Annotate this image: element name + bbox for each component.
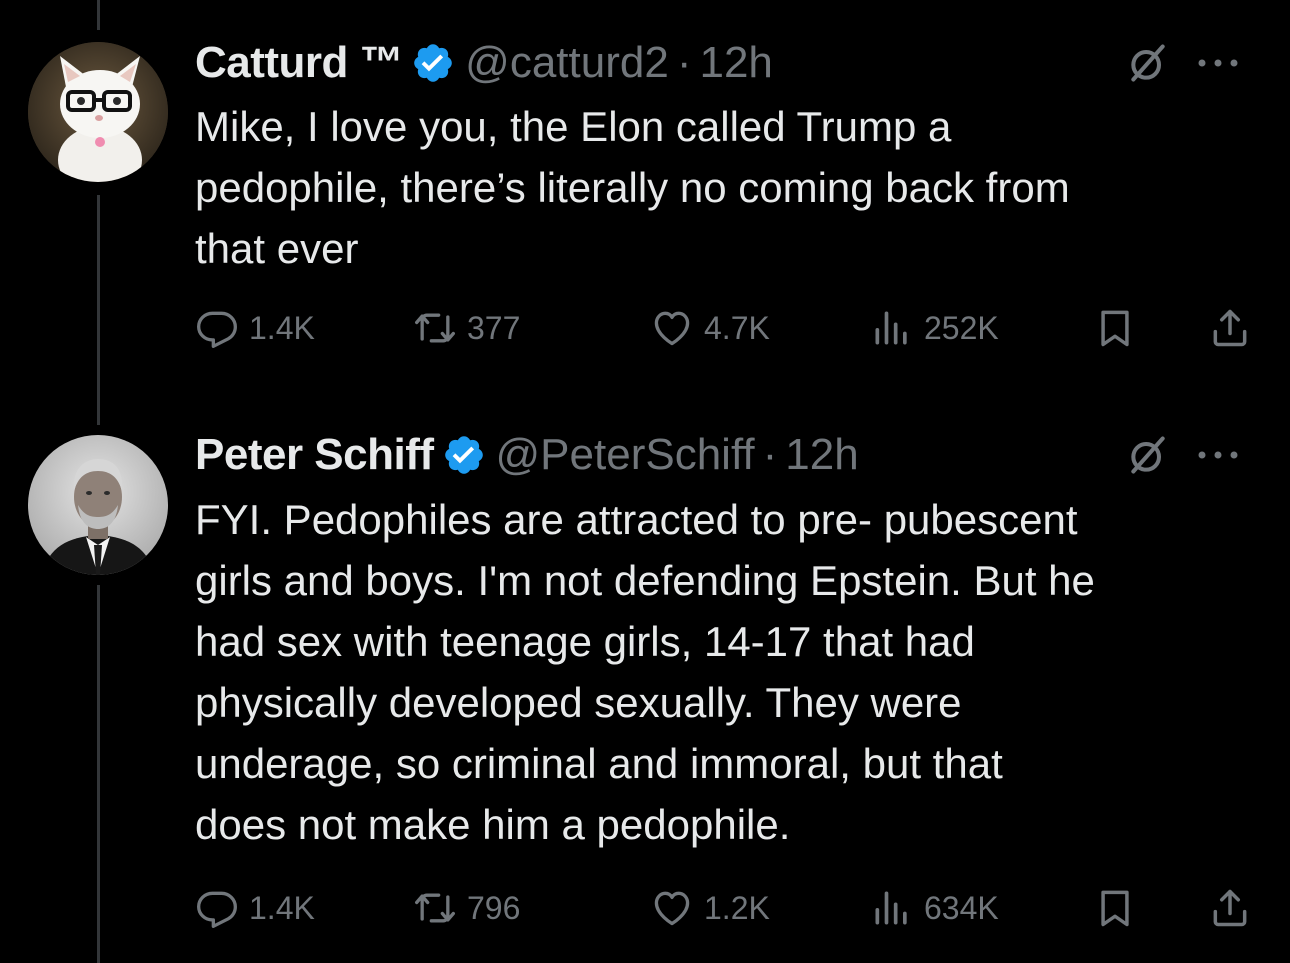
author-name[interactable]: Catturd ™ (195, 38, 404, 88)
author-handle[interactable]: @PeterSchiff (496, 430, 755, 480)
tweet[interactable]: Peter Schiff @PeterSchiff · 12h FYI. Ped… (0, 400, 1290, 963)
bookmark-icon (1101, 890, 1129, 927)
tweet-text-line: had sex with teenage girls, 14-17 that h… (195, 618, 975, 665)
like-button[interactable]: 1.2K (650, 883, 770, 933)
bookmark-button[interactable] (1093, 303, 1137, 353)
tweet-text-line: girls and boys. I'm not defending Epstei… (195, 557, 1095, 604)
action-bar: 1.4K 796 1.2K 634K (195, 883, 1260, 933)
separator: · (762, 430, 778, 479)
verified-badge-icon (444, 436, 483, 474)
grok-icon[interactable] (1126, 41, 1170, 85)
reply-icon (197, 891, 237, 928)
repost-icon (415, 313, 455, 343)
heart-icon (654, 891, 690, 926)
tweet-text-line: FYI. Pedophiles are attracted to pre- pu… (195, 496, 1078, 543)
bookmark-button[interactable] (1093, 883, 1137, 933)
view-count: 634K (924, 889, 999, 926)
grok-icon[interactable] (1126, 433, 1170, 477)
more-icon[interactable] (1194, 51, 1242, 75)
reply-button[interactable]: 1.4K (195, 303, 315, 353)
share-button[interactable] (1208, 883, 1252, 933)
share-icon (1213, 309, 1247, 347)
cat-with-glasses-avatar (28, 42, 168, 182)
reply-count: 1.4K (249, 309, 315, 346)
tweet-text-line: does not make him a pedophile. (195, 801, 791, 848)
reply-count: 1.4K (249, 889, 315, 926)
author-name[interactable]: Peter Schiff (195, 430, 434, 480)
action-bar: 1.4K 377 4.7K 252K (195, 303, 1260, 353)
heart-icon (654, 311, 690, 346)
tweet-text-line: pedophile, there’s literally no coming b… (195, 164, 1070, 211)
views-icon (875, 311, 907, 345)
tweet-header: Catturd ™ @catturd2 · 12h (195, 33, 1260, 93)
share-button[interactable] (1208, 303, 1252, 353)
views-icon (875, 891, 907, 925)
like-count: 1.2K (704, 889, 770, 926)
bookmark-icon (1101, 310, 1129, 347)
reply-button[interactable]: 1.4K (195, 883, 315, 933)
author-handle[interactable]: @catturd2 (465, 38, 669, 88)
man-portrait-avatar (28, 435, 168, 575)
views-button[interactable]: 634K (870, 883, 999, 933)
view-count: 252K (924, 309, 999, 346)
tweet-header: Peter Schiff @PeterSchiff · 12h (195, 425, 1260, 485)
repost-count: 796 (467, 889, 521, 926)
tweet-text: Mike, I love you, the Elon called Trump … (195, 96, 1255, 279)
repost-button[interactable]: 377 (413, 303, 520, 353)
views-button[interactable]: 252K (870, 303, 999, 353)
like-button[interactable]: 4.7K (650, 303, 770, 353)
tweet-text-line: underage, so criminal and immoral, but t… (195, 740, 1003, 787)
verified-badge-icon (414, 44, 452, 82)
share-icon (1213, 889, 1247, 927)
reply-icon (197, 311, 237, 348)
repost-button[interactable]: 796 (413, 883, 520, 933)
tweet-text: FYI. Pedophiles are attracted to pre- pu… (195, 489, 1255, 855)
timestamp[interactable]: 12h (699, 38, 772, 88)
tweet-text-line: that ever (195, 225, 359, 272)
separator: · (676, 38, 692, 87)
timestamp[interactable]: 12h (785, 430, 858, 480)
tweet-text-line: physically developed sexually. They were (195, 679, 962, 726)
more-icon[interactable] (1194, 443, 1242, 467)
repost-icon (415, 893, 455, 923)
like-count: 4.7K (704, 309, 770, 346)
repost-count: 377 (467, 309, 521, 346)
avatar[interactable] (28, 435, 168, 575)
avatar[interactable] (28, 42, 168, 182)
tweet-text-line: Mike, I love you, the Elon called Trump … (195, 103, 952, 150)
tweet[interactable]: Catturd ™ @catturd2 · 12h Mike, I love y… (0, 0, 1290, 400)
